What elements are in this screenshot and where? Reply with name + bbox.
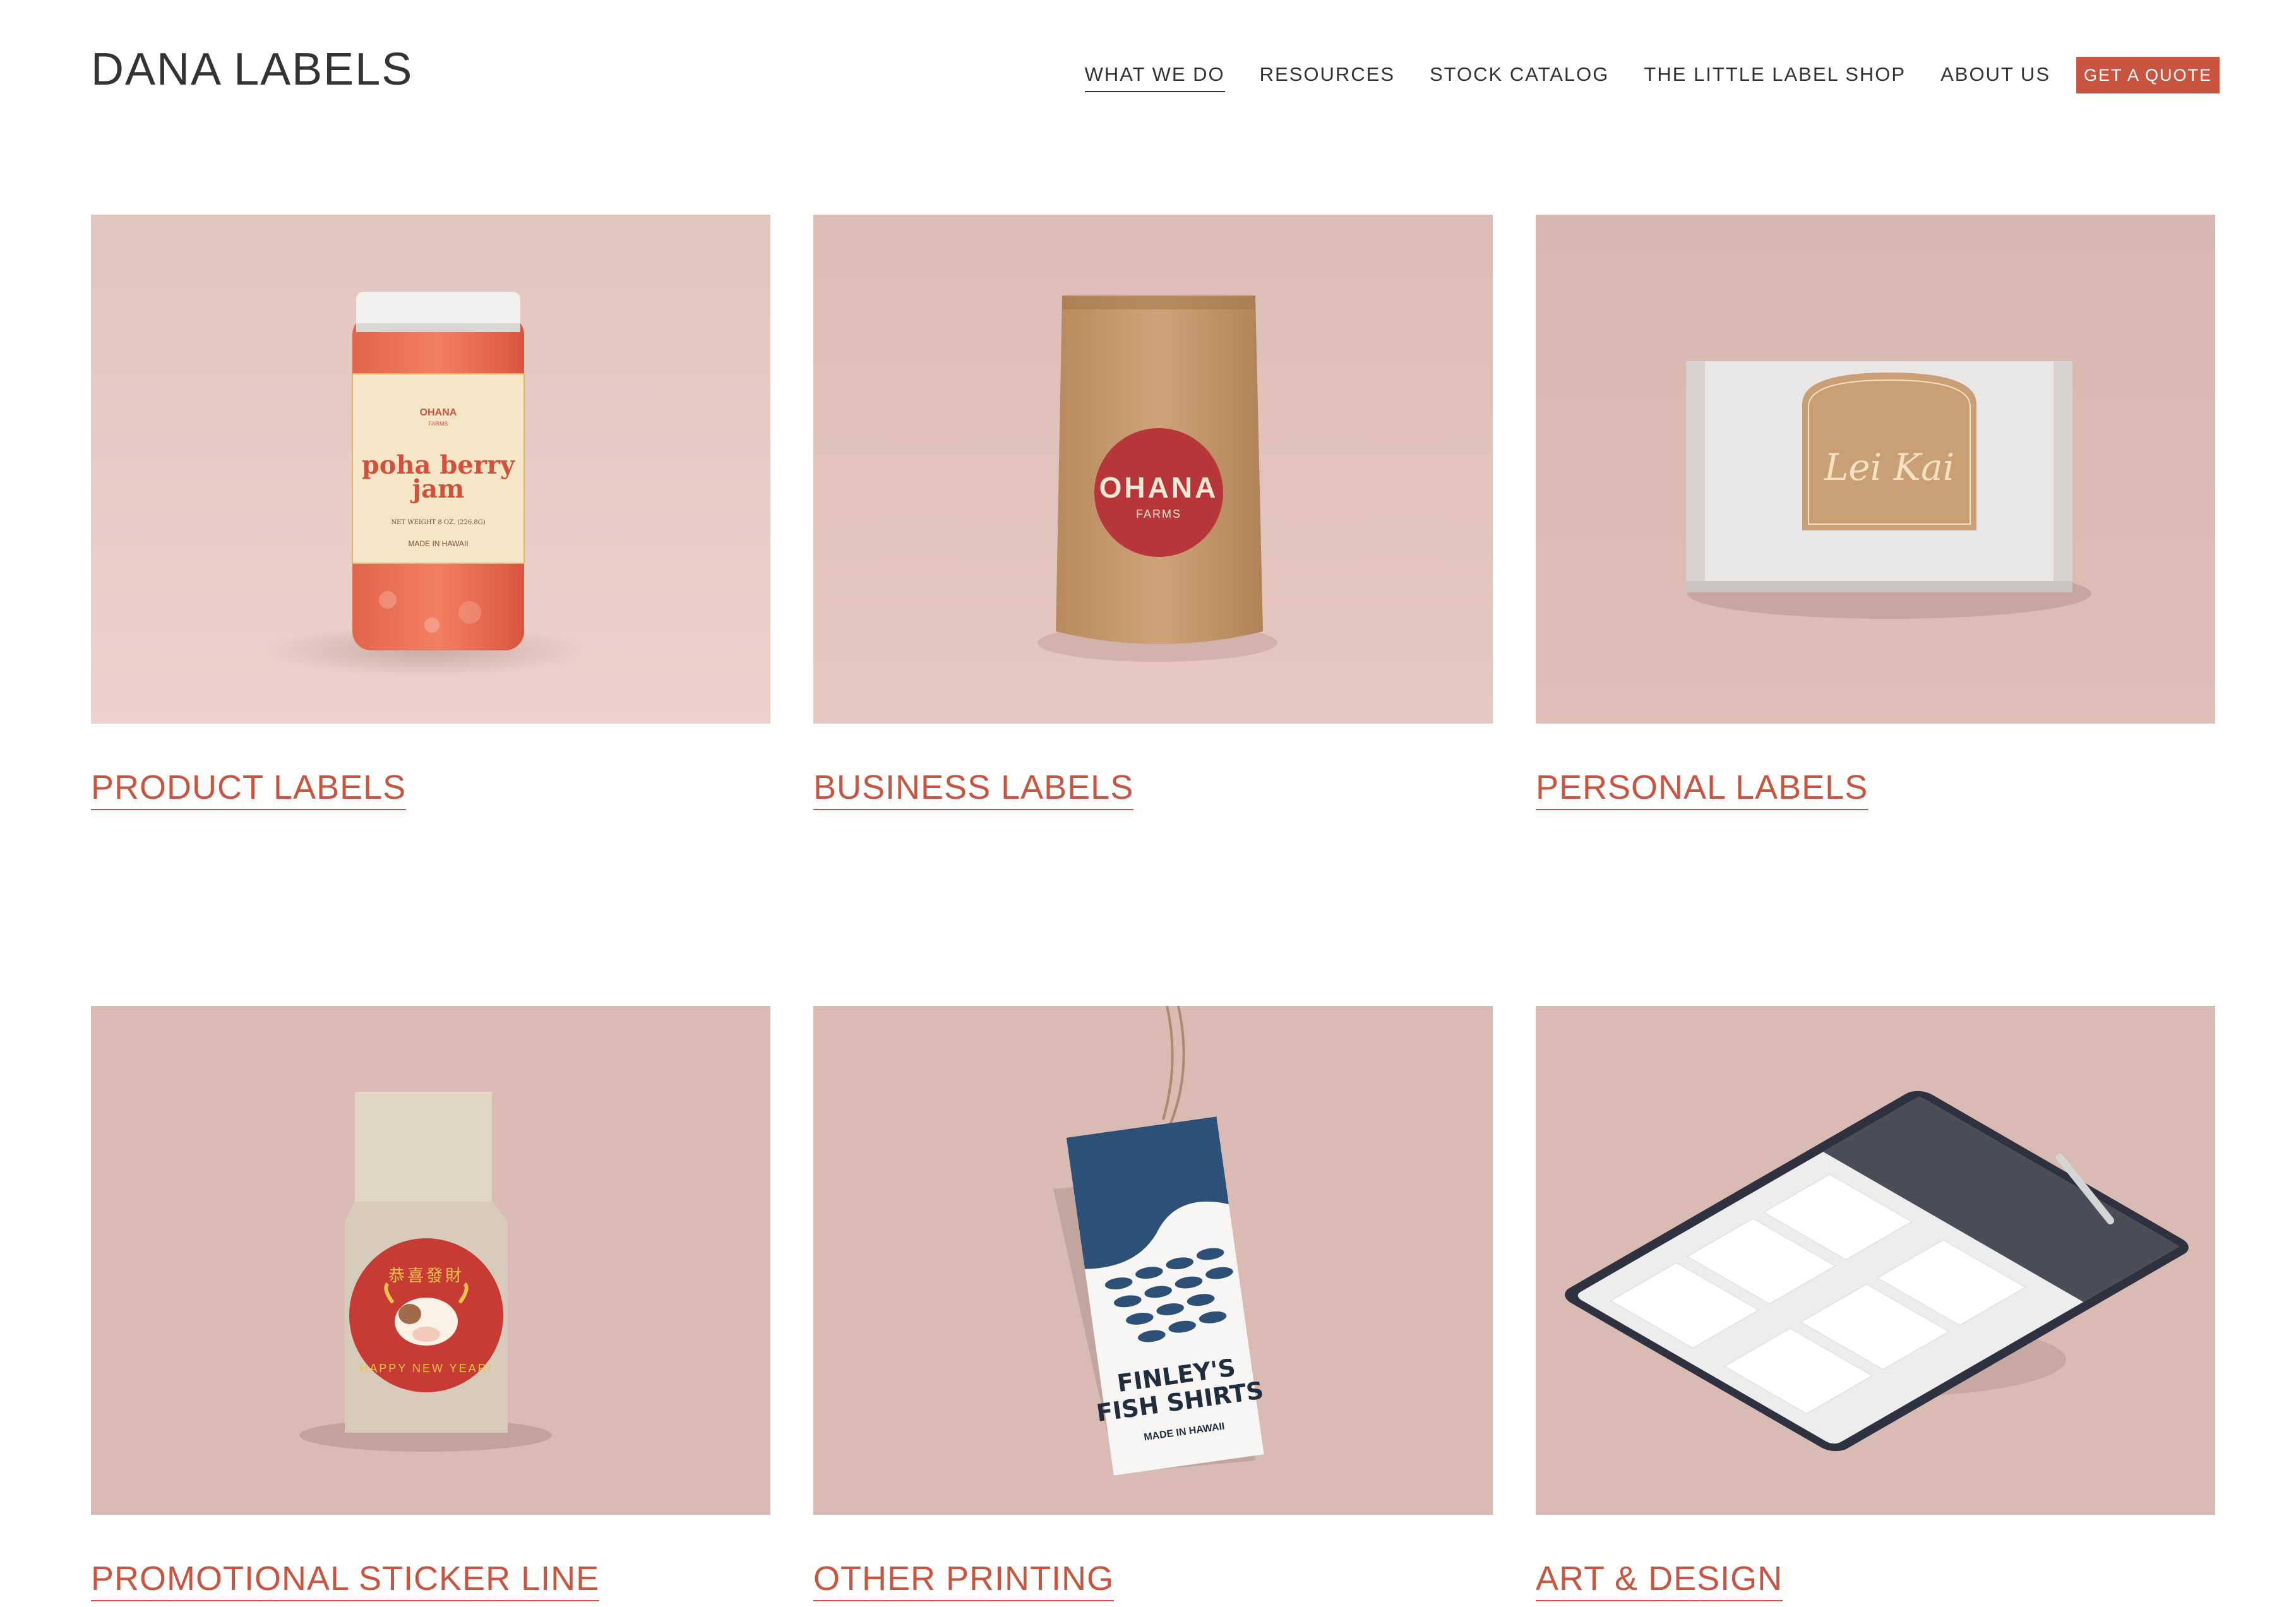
coffee-bag-mockup-illustration: 恭喜發財 HAPPY NEW YEAR! (91, 1006, 770, 1515)
product-labels-image[interactable]: OHANA FARMS poha berry jam NET WEIGHT 8 … (91, 215, 770, 724)
jar-label-weight: NET WEIGHT 8 OZ. (226.8G) (391, 519, 485, 526)
business-labels-link[interactable]: BUSINESS LABELS (813, 768, 1134, 811)
jar-label-sub: FARMS (428, 421, 448, 427)
pouch-label-brand: OHANA (1099, 471, 1219, 504)
box-label-script: Lei Kai (1824, 446, 1954, 489)
jar-mockup-illustration: OHANA FARMS poha berry jam NET WEIGHT 8 … (91, 215, 770, 724)
tablet-mockup-illustration (1536, 1006, 2215, 1515)
promotional-sticker-line-link[interactable]: PROMOTIONAL STICKER LINE (91, 1560, 600, 1602)
card-business-labels: OHANA FARMS BUSINESS LABELS (813, 215, 1493, 811)
card-art-and-design: ART & DESIGN (1536, 1006, 2215, 1602)
nav-item-what-we-do[interactable]: WHAT WE DO (1084, 63, 1225, 92)
business-labels-image[interactable]: OHANA FARMS (813, 215, 1493, 724)
jar-label-brand: OHANA (420, 407, 457, 418)
card-promotional-sticker-line: 恭喜發財 HAPPY NEW YEAR! PROMOTIONAL STICKER… (91, 1006, 770, 1602)
bag-label-top: 恭喜發財 (388, 1267, 464, 1286)
site-header: DANA LABELS WHAT WE DO RESOURCES STOCK C… (0, 0, 2296, 152)
pouch-mockup-illustration: OHANA FARMS (813, 215, 1493, 724)
card-other-printing: FINLEY'S FISH SHIRTS MADE IN HAWAII OTHE… (813, 1006, 1493, 1602)
art-and-design-link[interactable]: ART & DESIGN (1536, 1560, 1783, 1602)
card-product-labels: OHANA FARMS poha berry jam NET WEIGHT 8 … (91, 215, 770, 811)
other-printing-link[interactable]: OTHER PRINTING (813, 1560, 1115, 1602)
product-labels-link[interactable]: PRODUCT LABELS (91, 768, 407, 811)
hang-tag-mockup-illustration: FINLEY'S FISH SHIRTS MADE IN HAWAII (813, 1006, 1493, 1515)
nav-item-about-us[interactable]: ABOUT US (1940, 63, 2050, 92)
art-and-design-image[interactable] (1536, 1006, 2215, 1515)
nav-item-little-label-shop[interactable]: THE LITTLE LABEL SHOP (1644, 63, 1906, 92)
personal-labels-link[interactable]: PERSONAL LABELS (1536, 768, 1868, 811)
main-nav: WHAT WE DO RESOURCES STOCK CATALOG THE L… (1050, 63, 2050, 92)
personal-labels-image[interactable]: Lei Kai (1536, 215, 2215, 724)
site-logo[interactable]: DANA LABELS (91, 47, 413, 92)
promotional-sticker-line-image[interactable]: 恭喜發財 HAPPY NEW YEAR! (91, 1006, 770, 1515)
bag-label-bottom: HAPPY NEW YEAR! (359, 1362, 493, 1375)
box-mockup-illustration: Lei Kai (1536, 215, 2215, 724)
other-printing-image[interactable]: FINLEY'S FISH SHIRTS MADE IN HAWAII (813, 1006, 1493, 1515)
get-a-quote-button[interactable]: GET A QUOTE (2076, 57, 2220, 93)
jar-label-line2: jam (410, 474, 465, 504)
jar-label-origin: MADE IN HAWAII (408, 539, 468, 548)
pouch-label-sub: FARMS (1136, 508, 1181, 520)
card-personal-labels: Lei Kai PERSONAL LABELS (1536, 215, 2215, 811)
nav-item-stock-catalog[interactable]: STOCK CATALOG (1430, 63, 1609, 92)
nav-item-resources[interactable]: RESOURCES (1260, 63, 1395, 92)
